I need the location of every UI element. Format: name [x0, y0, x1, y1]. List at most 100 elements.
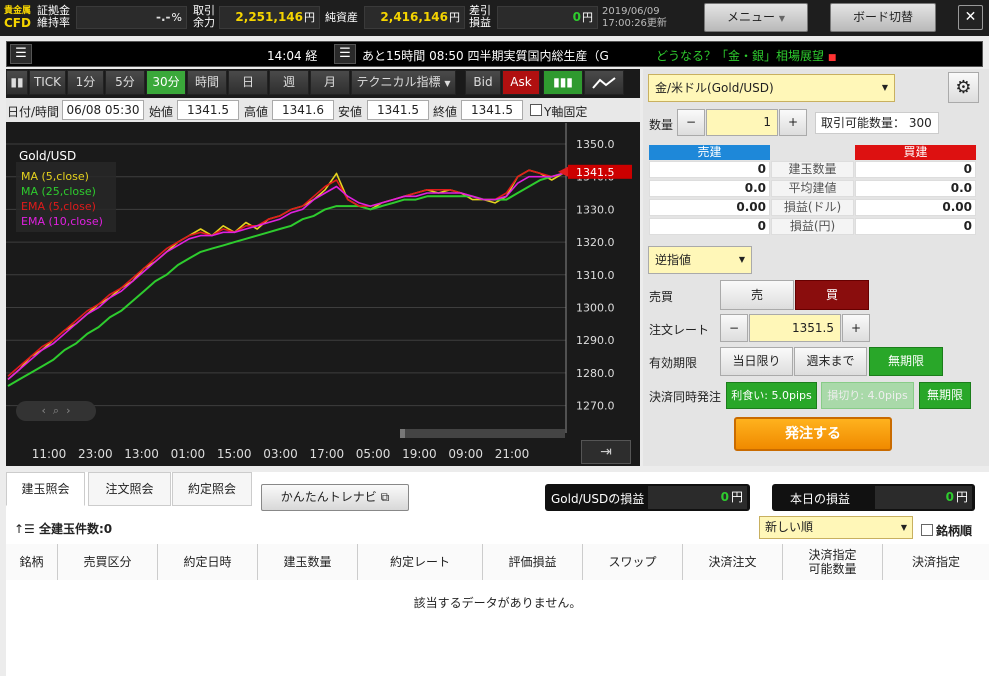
stop-loss-button[interactable]: 損切り: 4.0pips [821, 382, 914, 409]
rate-minus-button[interactable]: − [720, 314, 748, 342]
y-axis-fix-checkbox[interactable] [530, 104, 542, 116]
margin-unit: % [171, 11, 182, 24]
ticker-news-menu-icon[interactable]: ☰ [334, 44, 356, 64]
col-side[interactable]: 売買区分 [58, 544, 158, 580]
settle-expiry-button[interactable]: 無期限 [919, 382, 971, 409]
col-settle-spec[interactable]: 決済指定 [883, 544, 989, 580]
tab-orders[interactable]: 注文照会 [88, 472, 171, 506]
easy-navi-button[interactable]: かんたんトレナビ ⧉ [261, 484, 409, 511]
tf-tick[interactable]: TICK [29, 70, 66, 95]
tf-5min[interactable]: 5分 [105, 70, 145, 95]
rate-plus-button[interactable]: + [842, 314, 870, 342]
tf-30min[interactable]: 30分 [146, 70, 186, 95]
tf-1min[interactable]: 1分 [67, 70, 104, 95]
margin-label-2: 維持率 [37, 16, 70, 29]
settings-gear-icon[interactable]: ⚙ [948, 72, 979, 103]
sell-side-button[interactable]: 売 [720, 280, 794, 310]
tf-day[interactable]: 日 [228, 70, 268, 95]
col-settle-qty[interactable]: 決済指定 可能数量 [783, 544, 883, 580]
bid-button[interactable]: Bid [465, 70, 501, 95]
col-settle-order[interactable]: 決済注文 [683, 544, 783, 580]
buy-pl-usd: 0.00 [855, 199, 976, 216]
x-tick-label: 15:00 [217, 447, 252, 461]
tradable-value: 300 [908, 116, 932, 130]
net-assets-amount: 2,416,146 [380, 10, 448, 24]
net-assets-label: 純資産 [325, 11, 358, 24]
chevron-left-icon[interactable]: ‹ [42, 404, 46, 417]
col-qty[interactable]: 建玉数量 [258, 544, 358, 580]
sort-order-select[interactable]: 新しい順 ▼ [759, 516, 913, 539]
expiry-weekend-button[interactable]: 週末まで [794, 347, 867, 376]
ticker-news-text[interactable]: あと15時間 08:50 四半期実質国内総生産（G [362, 47, 652, 64]
ticker-menu-icon[interactable]: ☰ [10, 44, 32, 64]
top-status-bar: 貴金属 CFD 証拠金 維持率 -.-% 取引 余力 2,251,146円 純資産 … [0, 0, 989, 36]
brand-sort-checkbox[interactable] [921, 524, 933, 536]
x-tick-label: 05:00 [356, 447, 391, 461]
y-tick-label: 1350.0 [576, 138, 615, 151]
sort-list-icon[interactable]: ↑☰ [14, 522, 35, 536]
pl-amount: 0 [572, 10, 581, 24]
ticker-link[interactable]: どうなる？「金・銀」相場展望 ■ [656, 47, 836, 64]
y-tick-label: 1330.0 [576, 203, 615, 216]
chart-type-icon[interactable]: ▮▮ [6, 70, 28, 95]
x-tick-label: 17:00 [310, 447, 345, 461]
submit-order-button[interactable]: 発注する [734, 417, 892, 451]
x-tick-label: 11:00 [32, 447, 67, 461]
expiry-indefinite-button[interactable]: 無期限 [869, 347, 943, 376]
close-button[interactable]: ✕ [958, 5, 983, 30]
quantity-plus-button[interactable]: + [779, 109, 807, 136]
quantity-minus-button[interactable]: − [677, 109, 705, 136]
col-swap[interactable]: スワップ [583, 544, 683, 580]
ticker-left-text[interactable]: 14:04 経 [267, 47, 317, 64]
low-value: 1341.5 [367, 100, 429, 120]
take-profit-button[interactable]: 利食い: 5.0pips [726, 382, 817, 409]
chart-legend: MA (5,close) MA (25,close) EMA (5,close)… [16, 162, 116, 232]
y-tick-label: 1320.0 [576, 236, 615, 249]
y-tick-label: 1300.0 [576, 302, 615, 315]
technical-indicator-dropdown[interactable]: テクニカル指標 ▼ [351, 70, 456, 95]
available-amount: 2,251,146 [235, 10, 303, 24]
legend-ma5: MA (5,close) [21, 170, 89, 183]
col-exec-time[interactable]: 約定日時 [158, 544, 258, 580]
buy-side-button[interactable]: 買 [795, 280, 869, 310]
tf-hour[interactable]: 時間 [187, 70, 227, 95]
current-price-label: 1341.5 [576, 166, 615, 179]
col-unrealized-pl[interactable]: 評価損益 [483, 544, 583, 580]
order-type-select[interactable]: 逆指値 ▼ [648, 246, 752, 274]
close-icon: ✕ [964, 9, 977, 25]
ask-button[interactable]: Ask [502, 70, 540, 95]
tf-week[interactable]: 週 [269, 70, 309, 95]
tab-executions[interactable]: 約定照会 [172, 472, 252, 506]
expiry-label: 有効期限 [649, 356, 698, 370]
brand-sort-label: 銘柄順 [936, 524, 973, 538]
chart-nav-controls[interactable]: ‹ ⌕ › [16, 401, 96, 421]
quantity-input[interactable]: 1 [706, 109, 778, 136]
line-chart-icon[interactable] [584, 70, 624, 95]
candlestick-icon[interactable]: ▮▮▮ [543, 70, 583, 95]
expiry-today-button[interactable]: 当日限り [720, 347, 793, 376]
symbol-select[interactable]: 金/米ドル(Gold/USD) ▼ [648, 74, 895, 102]
chart-scrollbar[interactable] [400, 429, 565, 438]
search-icon[interactable]: ⌕ [53, 404, 59, 417]
tf-month[interactable]: 月 [310, 70, 350, 95]
x-tick-label: 13:00 [124, 447, 159, 461]
chevron-right-icon[interactable]: › [66, 404, 70, 417]
jump-to-latest-icon[interactable]: ⇥ [581, 440, 631, 464]
menu-button[interactable]: メニュー ▼ [704, 3, 808, 32]
today-pl-value: 0円 [875, 486, 972, 509]
order-rate-input[interactable]: 1351.5 [749, 314, 841, 342]
update-timestamp: 2019/06/09 17:00:26更新 [602, 6, 667, 30]
side-label: 売買 [649, 290, 674, 304]
x-tick-label: 19:00 [402, 447, 437, 461]
board-switch-button[interactable]: ボード切替 [830, 3, 936, 32]
pl-unit: 円 [582, 11, 593, 24]
ticker-link-text: どうなる？「金・銀」相場展望 [656, 49, 825, 63]
tab-positions[interactable]: 建玉照会 [6, 472, 85, 506]
scrollbar-handle[interactable] [400, 429, 405, 438]
col-symbol[interactable]: 銘柄 [6, 544, 58, 580]
symbol-pl-label: Gold/USDの損益 [551, 492, 645, 506]
net-assets-unit: 円 [449, 11, 460, 24]
col-exec-rate[interactable]: 約定レート [358, 544, 483, 580]
open-value: 1341.5 [177, 100, 239, 120]
x-tick-label: 21:00 [495, 447, 530, 461]
